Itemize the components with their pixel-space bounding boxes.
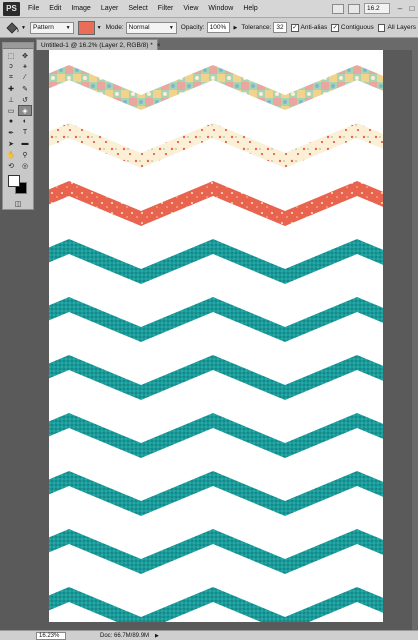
menu-window[interactable]: Window [208,5,233,12]
marquee-tool-icon[interactable]: ⬚ [4,50,18,61]
tolerance-label: Tolerance: [241,24,272,31]
opacity-input[interactable]: 100% [206,22,230,33]
document-tab[interactable]: Untitled-1 @ 16.2% (Layer 2, RGB/8) * × [36,39,161,50]
doc-size-info: Doc: 66.7M/89.9M [100,632,150,639]
document-tab-bar: Untitled-1 @ 16.2% (Layer 2, RGB/8) * × [36,38,418,50]
blur-tool-icon[interactable]: ● [4,116,18,127]
healing-brush-tool-icon[interactable]: ✚ [4,83,18,94]
tool-grid: ⬚ ✥ ↄ ⚹ ⌗ ⁄ ✚ ✎ ⊥ ↺ ▭ ◈ ● ◐ ✒ T ➤ ▬ ✋ ⚲ … [3,49,33,172]
chevron-down-icon: ▼ [65,24,71,31]
chevron-stripe-teal [49,471,383,516]
menu-filter[interactable]: Filter [158,5,174,12]
all-layers-label: All Layers [387,24,416,31]
canvas-area[interactable] [36,50,418,630]
fill-source-value: Pattern [32,24,54,31]
photoshop-window: PS File Edit Image Layer Select Filter V… [0,0,418,640]
antialias-label: Anti-alias [300,24,328,31]
clone-stamp-tool-icon[interactable]: ⊥ [4,94,18,105]
chevron-stripe-coral [49,181,383,226]
crop-tool-icon[interactable]: ⌗ [4,72,18,83]
menu-help[interactable]: Help [243,5,257,12]
chevron-stripes [49,65,383,622]
menu-file[interactable]: File [28,5,39,12]
chevron-down-icon: ▼ [168,24,174,31]
chevron-stripe-teal [49,355,383,400]
chevron-stripe-teal [49,529,383,574]
opacity-value: 100% [209,24,227,31]
document-canvas[interactable] [49,50,383,622]
menu-bar: PS File Edit Image Layer Select Filter V… [0,0,418,18]
menu-select[interactable]: Select [128,5,147,12]
mode-label: Mode: [105,24,124,31]
paint-bucket-tool-icon[interactable]: ◈ [18,105,32,116]
path-selection-tool-icon[interactable]: ➤ [4,138,18,149]
pattern-swatch[interactable] [77,20,95,35]
chevron-stripe-teal [49,297,383,342]
menu-right-controls: 16.2 – □ [332,3,418,14]
quick-mask-icon[interactable]: ◫ [11,198,25,209]
dodge-tool-icon[interactable]: ◐ [18,116,32,127]
maximize-icon[interactable]: □ [406,4,418,13]
eyedropper-tool-icon[interactable]: ⁄ [18,72,32,83]
paint-bucket-icon [6,21,19,34]
chevron-stripe-teal [49,413,383,458]
opacity-label: Opacity: [180,24,205,31]
chevron-stripe-cream [49,123,383,168]
arrange-icon[interactable] [348,3,360,14]
menu-image[interactable]: Image [71,5,90,12]
zoom-tool-icon[interactable]: ⚲ [18,149,32,160]
foreground-color-swatch[interactable] [8,175,20,187]
tolerance-input[interactable]: 32 [273,22,287,33]
history-brush-tool-icon[interactable]: ↺ [18,94,32,105]
contiguous-label: Contiguous [340,24,374,31]
shape-tool-icon[interactable]: ▬ [18,138,32,149]
fill-source-select[interactable]: Pattern ▼ [29,21,74,34]
mode-value: Normal [128,24,150,31]
contiguous-checkbox[interactable] [331,23,339,32]
move-tool-icon[interactable]: ✥ [18,50,32,61]
chevron-down-icon: ▼ [21,24,26,31]
3d-rotate-tool-icon[interactable]: ⟲ [4,160,18,171]
toolbox: ⬚ ✥ ↄ ⚹ ⌗ ⁄ ✚ ✎ ⊥ ↺ ▭ ◈ ● ◐ ✒ T ➤ ▬ ✋ ⚲ … [2,42,34,210]
color-swatches [5,174,31,196]
all-layers-checkbox[interactable] [377,23,386,32]
ps-logo: PS [3,1,20,16]
chevron-artwork [49,65,383,622]
3d-orbit-tool-icon[interactable]: ◎ [18,160,32,171]
status-bar: 16.23% Doc: 66.7M/89.9M ▶ [0,630,418,640]
zoom-level-value: 16.2 [367,5,380,12]
close-icon[interactable]: × [157,42,161,49]
magic-wand-tool-icon[interactable]: ⚹ [18,61,32,72]
options-bar: ▼ Pattern ▼ ▼ Mode: Normal ▼ Opacity: 100%… [0,18,418,38]
menu-layer[interactable]: Layer [101,5,119,12]
brush-tool-icon[interactable]: ✎ [18,83,32,94]
status-zoom-value: 16.23% [39,632,60,639]
bridge-icon[interactable] [332,3,344,14]
chevron-stripe-pattern-mix [49,65,383,110]
paint-bucket-tool-preset[interactable]: ▼ [4,20,26,36]
chevron-stripe-teal [49,239,383,284]
lasso-tool-icon[interactable]: ↄ [4,61,18,72]
pen-tool-icon[interactable]: ✒ [4,127,18,138]
zoom-level-select[interactable]: 16.2 [364,3,390,14]
menu-edit[interactable]: Edit [49,5,61,12]
menu-view[interactable]: View [183,5,198,12]
minimize-icon[interactable]: – [394,4,406,13]
pattern-picker-arrow-icon[interactable]: ▼ [97,25,102,31]
type-tool-icon[interactable]: T [18,127,32,138]
document-tab-title: Untitled-1 @ 16.2% (Layer 2, RGB/8) * [41,41,153,49]
tolerance-value: 32 [276,24,284,31]
vertical-scrollbar[interactable] [412,50,418,630]
status-zoom-field[interactable]: 16.23% [36,631,66,640]
opacity-slider-arrow-icon[interactable]: ▶ [234,25,238,31]
hand-tool-icon[interactable]: ✋ [4,149,18,160]
eraser-tool-icon[interactable]: ▭ [4,105,18,116]
status-menu-arrow-icon[interactable]: ▶ [155,633,159,639]
mode-select[interactable]: Normal ▼ [125,21,177,34]
chevron-stripe-teal [49,587,383,622]
antialias-checkbox[interactable] [290,23,299,32]
